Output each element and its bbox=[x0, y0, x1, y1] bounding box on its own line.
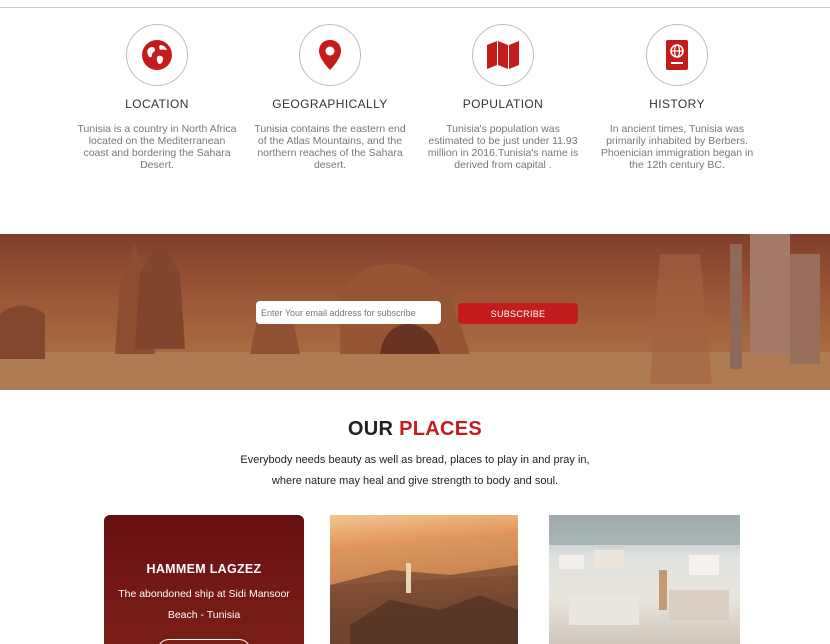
places-title-part1: OUR bbox=[347, 418, 400, 440]
card-title: HAMMEM LAGZEZ bbox=[146, 562, 262, 576]
quote-line-1: Everybody needs beauty as well as bread,… bbox=[240, 454, 590, 466]
map-icon bbox=[487, 41, 519, 69]
subscribe-button[interactable]: SUBSCRIBE bbox=[458, 303, 578, 324]
feature-location: LOCATION Tunisia is a country in North A… bbox=[77, 24, 237, 171]
feature-icon-circle bbox=[299, 24, 361, 86]
feature-title: GEOGRAPHICALLY bbox=[272, 97, 388, 111]
place-card-hammem-lagzez[interactable]: HAMMEM LAGZEZ The abondoned ship at Sidi… bbox=[104, 515, 304, 644]
subscribe-banner: SUBSCRIBE bbox=[0, 234, 830, 390]
feature-title: LOCATION bbox=[125, 97, 189, 111]
quote-line-2: where nature may heal and give strength … bbox=[271, 475, 559, 487]
card-more-button[interactable] bbox=[157, 639, 251, 644]
subscribe-email-input[interactable] bbox=[256, 301, 441, 324]
places-title-accent: PLACES bbox=[399, 418, 483, 440]
feature-geographically: GEOGRAPHICALLY Tunisia contains the east… bbox=[250, 24, 410, 171]
feature-title: HISTORY bbox=[649, 97, 705, 111]
place-card-tunis-city[interactable] bbox=[549, 515, 740, 644]
feature-population: POPULATION Tunisia's population was esti… bbox=[423, 24, 583, 171]
features-section: LOCATION Tunisia is a country in North A… bbox=[0, 0, 830, 234]
feature-description: In ancient times, Tunisia was primarily … bbox=[600, 123, 754, 171]
feature-description: Tunisia's population was estimated to be… bbox=[427, 123, 579, 171]
feature-icon-circle bbox=[126, 24, 188, 86]
feature-icon-circle bbox=[646, 24, 708, 86]
feature-history: HISTORY In ancient times, Tunisia was pr… bbox=[597, 24, 757, 171]
tunis-city-photo bbox=[549, 515, 740, 625]
card-description: The abondoned ship at Sidi Mansoor Beach… bbox=[118, 588, 290, 621]
globe-icon bbox=[142, 40, 172, 70]
desert-city-photo bbox=[330, 535, 518, 644]
feature-title: POPULATION bbox=[462, 97, 544, 111]
map-pin-icon bbox=[319, 40, 341, 70]
passport-icon bbox=[666, 40, 688, 70]
feature-icon-circle bbox=[472, 24, 534, 86]
place-card-desert-city[interactable] bbox=[330, 515, 518, 644]
feature-description: Tunisia is a country in North Africa loc… bbox=[77, 123, 237, 171]
feature-description: Tunisia contains the eastern end of the … bbox=[254, 123, 406, 171]
places-title: OUR PLACES bbox=[0, 418, 830, 441]
places-quote: Everybody needs beauty as well as bread,… bbox=[200, 450, 630, 492]
